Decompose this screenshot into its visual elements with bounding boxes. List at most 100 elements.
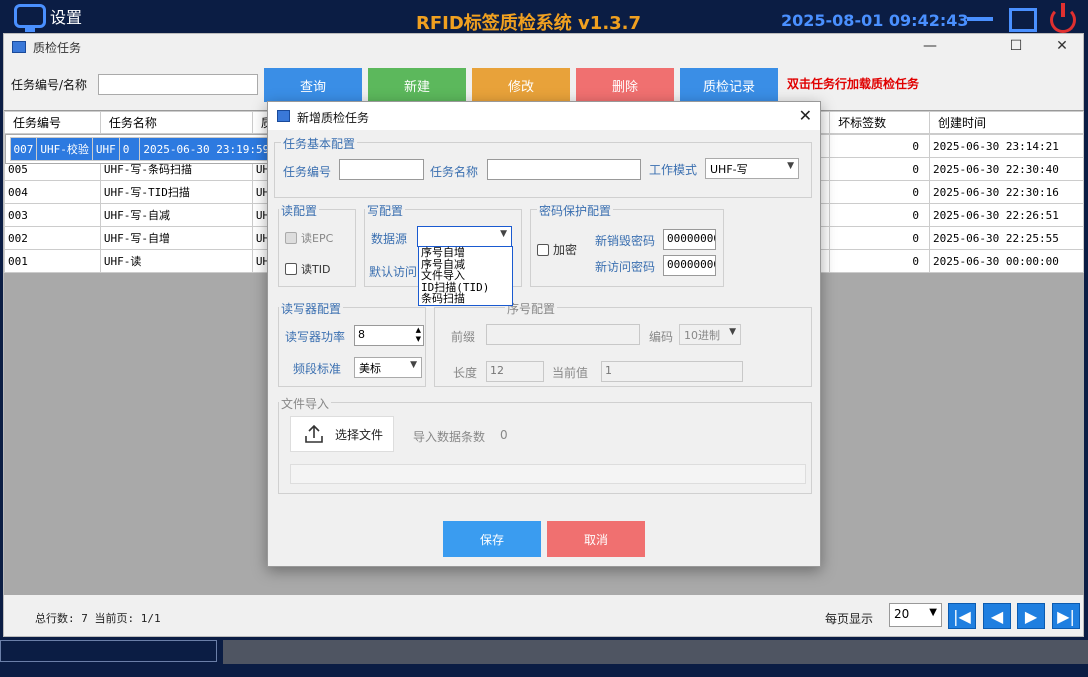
reader-config-group: 读写器配置 读写器功率 8 ▲ ▼ 频段标准 美标 ▼ (278, 300, 426, 387)
default-access-label: 默认访问 (369, 265, 418, 279)
save-button[interactable]: 保存 (443, 521, 541, 557)
first-page-icon[interactable]: |◀ (948, 603, 976, 629)
settings-button[interactable]: 设置 (14, 4, 82, 32)
cell-bad-count: 0 (829, 180, 931, 204)
cell-task-name: UHF-写-自减 (99, 203, 253, 227)
power-icon[interactable] (1050, 3, 1076, 33)
next-page-icon[interactable]: ▶ (1017, 603, 1045, 629)
cell-task-name: UHF-写-TID扫描 (99, 180, 253, 204)
cell-task-id: 001 (4, 249, 101, 273)
current-value-label: 当前值 (552, 366, 589, 380)
cell-bad-count: 0 (118, 137, 141, 161)
reader-power-spinner[interactable]: 8 ▲ ▼ (354, 325, 424, 346)
serial-config-group: 序号配置 前缀 编码 10进制 ▼ 长度 12 当前值 1 (434, 300, 812, 387)
prefix-input[interactable] (486, 324, 640, 345)
data-source-select[interactable]: ▼ (417, 226, 512, 247)
read-epc-checkbox[interactable]: 读EPC (285, 230, 333, 246)
cell-bad-count: 0 (829, 249, 931, 273)
close-window-icon[interactable]: ✕ (1054, 38, 1070, 54)
dialog-app-icon (277, 110, 290, 122)
access-password-input[interactable]: 00000000 (663, 255, 716, 276)
task-name-input[interactable] (487, 159, 641, 180)
minimize-icon[interactable] (967, 17, 993, 21)
maximize-icon[interactable] (1009, 8, 1037, 32)
dialog-titlebar: 新增质检任务 ✕ (268, 102, 820, 130)
task-id-input[interactable] (339, 159, 424, 180)
band-standard-value: 美标 (359, 362, 381, 375)
import-progress-bar (290, 464, 806, 484)
work-mode-select[interactable]: UHF-写 ▼ (705, 158, 799, 179)
prefix-label: 前缀 (451, 330, 476, 344)
access-password-label: 新访问密码 (595, 260, 656, 274)
chevron-down-icon: ▼ (410, 360, 417, 370)
encoding-select[interactable]: 10进制 ▼ (679, 324, 741, 345)
dropdown-option[interactable]: 条码扫描 (421, 293, 512, 305)
group-title: 文件导入 (279, 395, 332, 412)
read-tid-label: 读TID (301, 263, 331, 276)
app-title: RFID标签质检系统 v1.3.7 (416, 13, 642, 34)
band-standard-select[interactable]: 美标 ▼ (354, 357, 422, 378)
window-title: 质检任务 (33, 41, 82, 55)
last-page-icon[interactable]: ▶| (1052, 603, 1080, 629)
column-header[interactable]: 创建时间 (929, 111, 1084, 134)
create-button[interactable]: 新建 (368, 68, 466, 102)
data-source-dropdown[interactable]: 序号自增 序号自减 文件导入 ID扫描(TID) 条码扫描 (418, 246, 513, 306)
cell-task-id: 007 (9, 137, 38, 161)
group-title: 任务基本配置 (281, 135, 358, 152)
group-title: 密码保护配置 (537, 202, 614, 219)
column-header[interactable]: 坏标签数 (829, 111, 931, 134)
task-name-label: 任务名称 (430, 165, 479, 179)
upload-icon (305, 424, 323, 443)
search-input[interactable] (98, 74, 258, 95)
dropdown-option[interactable]: 序号自增 (421, 247, 512, 259)
task-id-label: 任务编号 (283, 165, 332, 179)
cancel-button[interactable]: 取消 (547, 521, 645, 557)
chevron-down-icon: ▼ (500, 229, 507, 239)
chevron-down-icon: ▼ (787, 161, 794, 171)
cell-created-time: 2025-06-30 23:19:59 (139, 137, 274, 161)
per-page-select[interactable]: 20 ▼ (889, 603, 942, 627)
current-value-spinner[interactable]: 1 (601, 361, 743, 382)
minimize-window-icon[interactable]: — (922, 38, 938, 54)
delete-button[interactable]: 删除 (576, 68, 674, 102)
band-standard-label: 频段标准 (293, 362, 342, 376)
cell-task-id: 002 (4, 226, 101, 250)
dropdown-option[interactable]: 文件导入 (421, 270, 512, 282)
query-button[interactable]: 查询 (264, 68, 362, 102)
records-button[interactable]: 质检记录 (680, 68, 778, 102)
read-config-group: 读配置 读EPC 读TID (278, 202, 356, 287)
close-icon[interactable]: ✕ (799, 106, 812, 125)
reader-power-label: 读写器功率 (285, 330, 346, 344)
read-epc-label: 读EPC (301, 232, 334, 245)
cell-bad-count: 0 (829, 203, 931, 227)
column-header[interactable]: 任务编号 (4, 111, 101, 134)
group-title: 读写器配置 (279, 300, 344, 317)
table-row[interactable]: 007 UHF-校验 UHF 0 2025-06-30 23:19:59 (4, 134, 279, 164)
cell-task-name: UHF-读 (99, 249, 253, 273)
search-label: 任务编号/名称 (11, 78, 88, 92)
select-file-button[interactable]: 选择文件 (290, 416, 394, 452)
window-titlebar: 质检任务 — ☐ ✕ (4, 34, 1083, 60)
select-file-label: 选择文件 (335, 427, 384, 442)
app-clock: 2025-08-01 09:42:43 (781, 11, 969, 30)
cell-created-time: 2025-06-30 22:26:51 (929, 203, 1084, 227)
chevron-down-icon: ▼ (729, 327, 736, 337)
checkbox-box (285, 263, 297, 275)
group-title: 写配置 (365, 202, 406, 219)
cell-created-time: 2025-06-30 22:30:40 (929, 157, 1084, 181)
prev-page-icon[interactable]: ◀ (983, 603, 1011, 629)
column-header[interactable]: 任务名称 (99, 111, 253, 134)
read-tid-checkbox[interactable]: 读TID (285, 261, 330, 277)
maximize-window-icon[interactable]: ☐ (1008, 38, 1024, 54)
checkbox-box (285, 232, 297, 244)
length-spinner[interactable]: 12 (486, 361, 544, 382)
encrypt-checkbox[interactable]: 加密 (537, 241, 577, 258)
kill-password-input[interactable]: 00000000 (663, 229, 716, 250)
current-value: 1 (605, 364, 612, 377)
work-mode-value: UHF-写 (710, 163, 748, 176)
edit-button[interactable]: 修改 (472, 68, 570, 102)
chevron-down-icon: ▼ (929, 607, 937, 618)
monitor-icon (14, 4, 46, 32)
cell-task-name: UHF-写-自增 (99, 226, 253, 250)
cell-task-id: 003 (4, 203, 101, 227)
